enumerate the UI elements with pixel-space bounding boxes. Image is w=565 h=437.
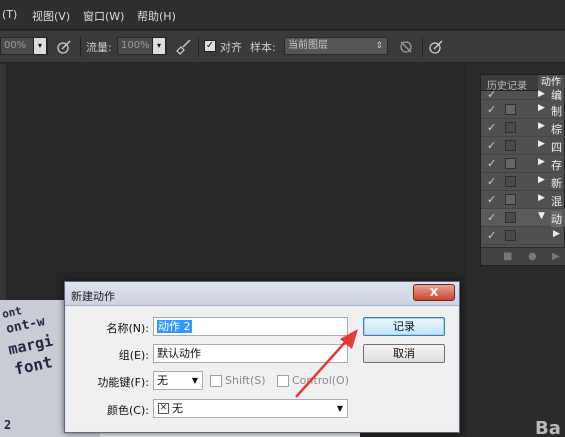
action-row[interactable]: ✓ ▶ 存 bbox=[481, 155, 565, 173]
action-row[interactable]: ✓ ▶ 四 bbox=[481, 137, 565, 155]
cancel-button[interactable]: 取消 bbox=[363, 344, 445, 363]
opacity-combo[interactable]: 00% ▾ bbox=[0, 37, 48, 55]
flow-label: 流量: bbox=[86, 41, 112, 54]
updown-icon: ⇕ bbox=[375, 41, 383, 51]
menu-item-window[interactable]: 窗口(W) bbox=[83, 8, 124, 24]
menu-item-type[interactable]: (T) bbox=[2, 8, 17, 21]
record-button[interactable]: 记录 bbox=[363, 317, 445, 336]
action-row[interactable]: ✓ ▶ 混 bbox=[481, 191, 565, 209]
dialog-toggle-box[interactable] bbox=[505, 158, 516, 169]
panel-footer: ■ ● ▶ bbox=[481, 247, 565, 265]
flow-combo[interactable]: 100% ▾ bbox=[117, 37, 167, 55]
record-icon[interactable]: ● bbox=[528, 251, 537, 262]
menu-item-help[interactable]: 帮助(H) bbox=[137, 8, 176, 24]
action-row[interactable]: ✓ ▶ bbox=[481, 227, 565, 245]
action-row-expanded[interactable]: ✓ ▼ 动 bbox=[481, 209, 565, 227]
action-row[interactable]: ✓ ▶ 制 bbox=[481, 101, 565, 119]
sample-label: 样本: bbox=[250, 41, 276, 54]
sample-value: 当前图层 bbox=[288, 40, 328, 51]
new-action-dialog: 新建动作 X 名称(N): 动作 2 组(E): 默认动作 功能键(F): 无 … bbox=[64, 281, 460, 433]
align-checkbox[interactable]: ✓ bbox=[204, 40, 216, 52]
function-key-select[interactable]: 无 ▼ bbox=[153, 371, 203, 390]
brand-text: Ba bbox=[535, 418, 561, 437]
function-key-label: 功能键(F): bbox=[97, 376, 149, 389]
menubar: (T) 视图(V) 窗口(W) 帮助(H) bbox=[0, 0, 565, 30]
dialog-toggle-box[interactable] bbox=[505, 212, 516, 223]
play-icon[interactable]: ▶ bbox=[552, 251, 560, 262]
function-key-value: 无 bbox=[157, 374, 168, 387]
action-name: 新 bbox=[551, 177, 562, 190]
check-icon[interactable]: ✓ bbox=[487, 157, 496, 170]
action-name: 存 bbox=[551, 159, 562, 172]
dialog-toggle-box[interactable] bbox=[505, 194, 516, 205]
actions-panel: 历史记录 动作 ✓ ▶ 编 ✓ ▶ 制 ✓ ▶ 棕 ✓ ▶ 四 ✓ ▶ 存 ✓ … bbox=[480, 74, 565, 266]
action-name: 混 bbox=[551, 195, 562, 208]
dialog-toggle-box[interactable] bbox=[505, 104, 516, 115]
triangle-right-icon[interactable]: ▶ bbox=[538, 89, 545, 99]
annotation-arrow-icon bbox=[295, 329, 358, 398]
triangle-right-icon[interactable]: ▶ bbox=[538, 121, 545, 131]
pressure-size-icon[interactable] bbox=[428, 39, 444, 55]
check-icon[interactable]: ✓ bbox=[487, 121, 496, 134]
divider bbox=[80, 37, 81, 57]
options-bar: 00% ▾ 流量: 100% ▾ ✓ 对齐 样本: 当前图层 ⇕ bbox=[0, 31, 565, 63]
dialog-toggle-box[interactable] bbox=[505, 122, 516, 133]
triangle-right-icon[interactable]: ▶ bbox=[538, 103, 545, 113]
dialog-body: 名称(N): 动作 2 组(E): 默认动作 功能键(F): 无 ▼ Shift… bbox=[67, 307, 457, 431]
dialog-toggle-box[interactable] bbox=[505, 230, 516, 241]
name-label: 名称(N): bbox=[106, 322, 149, 335]
set-value: 默认动作 bbox=[157, 347, 201, 360]
triangle-right-icon[interactable]: ▶ bbox=[538, 157, 545, 167]
action-name: 制 bbox=[551, 105, 562, 118]
chevron-down-icon[interactable]: ▾ bbox=[152, 37, 166, 55]
triangle-right-icon[interactable]: ▶ bbox=[538, 175, 545, 185]
check-icon[interactable]: ✓ bbox=[487, 139, 496, 152]
opacity-value: 00% bbox=[4, 40, 27, 51]
ignore-adjustment-icon[interactable] bbox=[398, 39, 414, 55]
airbrush-icon[interactable] bbox=[175, 39, 191, 55]
dialog-titlebar[interactable]: 新建动作 X bbox=[65, 282, 459, 306]
shift-label: Shift(S) bbox=[225, 374, 266, 387]
action-name: 棕 bbox=[551, 123, 562, 136]
triangle-right-icon[interactable]: ▶ bbox=[538, 139, 545, 149]
color-label: 颜色(C): bbox=[107, 404, 149, 417]
flow-value: 100% bbox=[121, 40, 150, 51]
no-color-icon: ✕ bbox=[158, 403, 169, 414]
align-label: 对齐 bbox=[220, 41, 242, 54]
stop-icon[interactable]: ■ bbox=[503, 251, 512, 262]
triangle-down-icon[interactable]: ▼ bbox=[538, 211, 545, 221]
divider bbox=[198, 37, 199, 57]
check-icon[interactable]: ✓ bbox=[487, 211, 496, 224]
control-checkbox[interactable] bbox=[277, 375, 289, 387]
photo-text: 2 bbox=[4, 418, 12, 432]
chevron-down-icon[interactable]: ▾ bbox=[33, 37, 47, 55]
color-value: 无 bbox=[172, 402, 183, 415]
dialog-toggle-box[interactable] bbox=[505, 176, 516, 187]
dialog-title: 新建动作 bbox=[71, 290, 115, 303]
action-row[interactable]: ✓ ▶ 编 bbox=[481, 88, 565, 102]
check-icon[interactable]: ✓ bbox=[487, 88, 496, 101]
action-row[interactable]: ✓ ▶ 新 bbox=[481, 173, 565, 191]
menu-item-view[interactable]: 视图(V) bbox=[32, 8, 70, 24]
action-name: 四 bbox=[551, 141, 562, 154]
close-icon[interactable]: X bbox=[413, 284, 455, 301]
action-row[interactable]: ✓ ▶ 棕 bbox=[481, 119, 565, 137]
action-name: 动 bbox=[551, 211, 562, 227]
check-icon[interactable]: ✓ bbox=[487, 229, 496, 242]
triangle-right-icon[interactable]: ▶ bbox=[553, 229, 560, 239]
divider bbox=[422, 37, 423, 57]
sample-select[interactable]: 当前图层 ⇕ bbox=[284, 37, 388, 55]
check-icon[interactable]: ✓ bbox=[487, 103, 496, 116]
check-icon[interactable]: ✓ bbox=[487, 175, 496, 188]
shift-checkbox[interactable] bbox=[210, 375, 222, 387]
dialog-toggle-box[interactable] bbox=[505, 140, 516, 151]
chevron-down-icon[interactable]: ▼ bbox=[192, 372, 198, 389]
triangle-right-icon[interactable]: ▶ bbox=[538, 193, 545, 203]
set-label: 组(E): bbox=[118, 349, 149, 362]
name-value: 动作 2 bbox=[157, 320, 192, 333]
pressure-opacity-icon[interactable] bbox=[56, 39, 72, 55]
check-icon[interactable]: ✓ bbox=[487, 193, 496, 206]
